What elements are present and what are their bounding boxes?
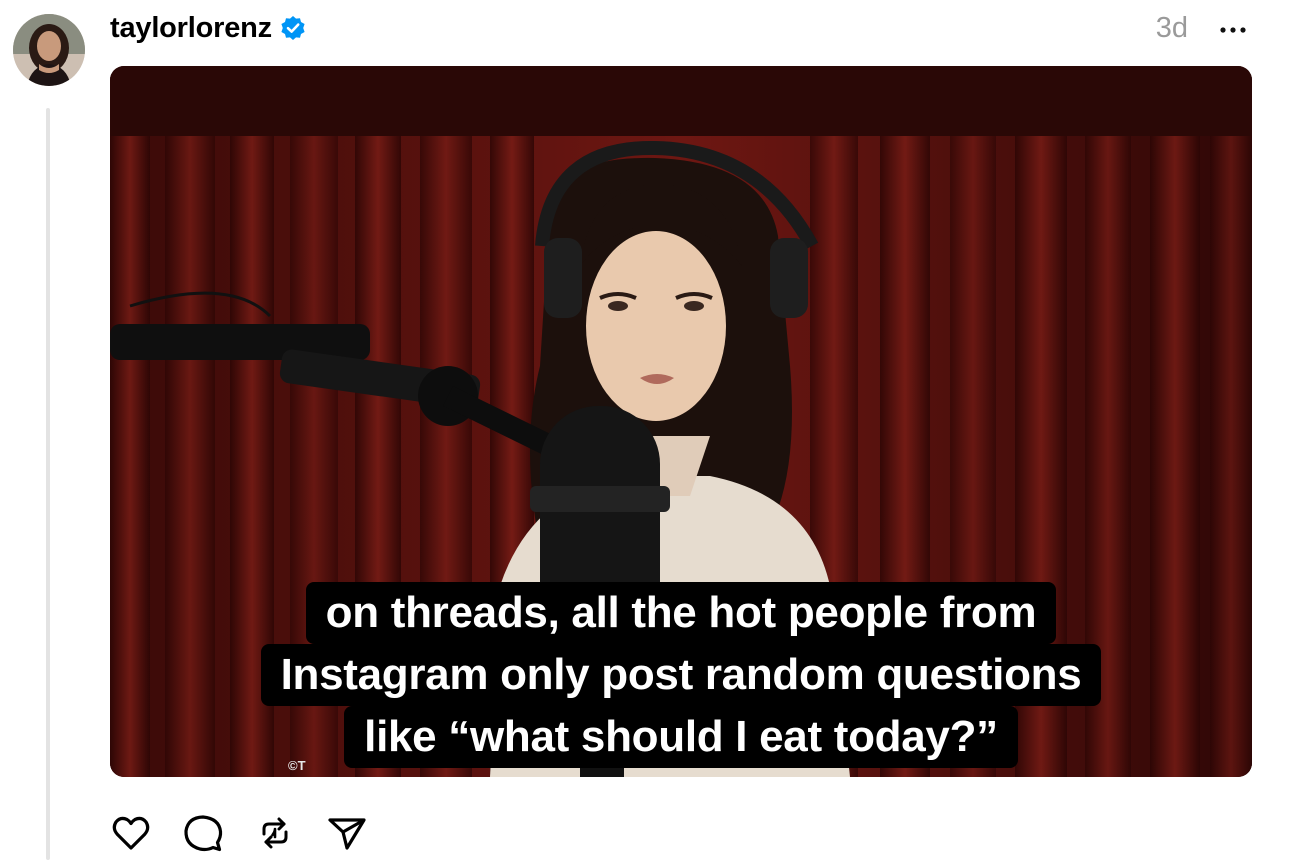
video-caption: on threads, all the hot people from Inst…	[110, 582, 1252, 768]
more-horizontal-icon[interactable]	[1216, 12, 1250, 46]
send-icon	[328, 818, 366, 850]
repost-button[interactable]	[254, 812, 296, 854]
heart-icon	[112, 816, 150, 850]
verified-badge-icon	[280, 15, 306, 41]
reply-button[interactable]	[182, 812, 224, 854]
share-button[interactable]	[326, 812, 368, 854]
post-header: taylorlorenz	[110, 10, 306, 46]
caption-line: on threads, all the hot people from	[305, 582, 1057, 644]
username[interactable]: taylorlorenz	[110, 12, 272, 45]
like-button[interactable]	[110, 812, 152, 854]
caption-line: Instagram only post random questions	[260, 644, 1102, 706]
comment-icon	[184, 815, 223, 852]
caption-line: like “what should I eat today?”	[344, 706, 1018, 768]
post-timestamp: 3d	[1155, 12, 1188, 44]
video-watermark: ©T	[288, 758, 306, 773]
post-video[interactable]: on threads, all the hot people from Inst…	[110, 66, 1252, 777]
thread-line	[46, 108, 50, 860]
repost-icon	[262, 817, 288, 849]
avatar-image	[13, 14, 85, 86]
avatar[interactable]	[13, 14, 85, 86]
post-actions	[110, 812, 398, 854]
